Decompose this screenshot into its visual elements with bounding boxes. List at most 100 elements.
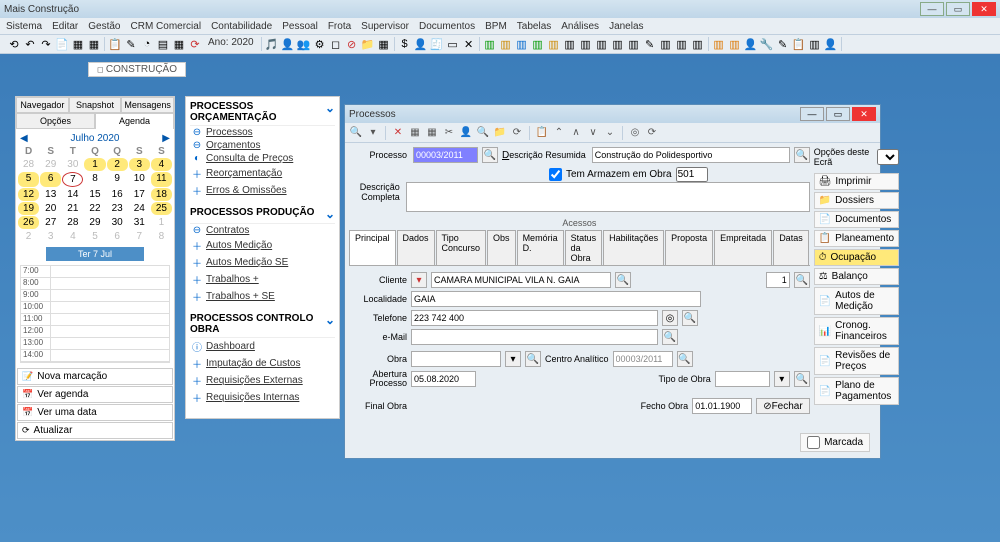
tree-item[interactable]: ⊖Orçamentos [190,139,335,152]
g7-icon[interactable]: ▥ [579,37,593,51]
fwd-icon[interactable]: ↷ [39,37,53,51]
calc-icon[interactable]: ▦ [377,37,391,51]
refresh-icon[interactable]: ⟳ [510,126,524,140]
cliente-n-search[interactable]: 🔍 [794,272,810,288]
menu-sistema[interactable]: Sistema [6,21,42,32]
tree-item[interactable]: ＋Autos Medição SE [190,254,335,271]
opcoes-select[interactable] [877,149,899,165]
tab-snapshot[interactable]: Snapshot [69,97,122,113]
side-opt[interactable]: 📄Documentos [814,211,899,228]
dtab-7[interactable]: Proposta [665,230,713,265]
p4-icon[interactable]: ✕ [462,37,476,51]
subtab-agenda[interactable]: Agenda [95,113,174,129]
o5-icon[interactable]: ✎ [776,37,790,51]
copy2-icon[interactable]: 📋 [535,126,549,140]
del-icon[interactable]: ⊘ [345,37,359,51]
find-icon[interactable]: 🔍 [476,126,490,140]
note-icon[interactable]: 🎵 [265,37,279,51]
time-row[interactable]: 7:00 [21,266,169,278]
time-row[interactable]: 9:00 [21,290,169,302]
menu-editar[interactable]: Editar [52,21,78,32]
side-opt[interactable]: ⏱Ocupação [814,249,899,266]
edit-icon[interactable]: ✎ [124,37,138,51]
obra-input[interactable] [411,351,501,367]
obra-dd[interactable]: ▾ [505,351,521,367]
maximize-button[interactable]: ▭ [946,2,970,16]
tab-navegador[interactable]: Navegador [16,97,69,113]
side-opt[interactable]: ⚖Balanço [814,268,899,285]
cliente-search-button[interactable]: 🔍 [615,272,631,288]
search-icon[interactable]: 🔍 [349,126,363,140]
menu-crm comercial[interactable]: CRM Comercial [131,21,202,32]
up1-icon[interactable]: ⌃ [552,126,566,140]
tel-search-button[interactable]: 🔍 [682,310,698,326]
fechar-button[interactable]: ⊘ Fechar [756,398,810,414]
chart-icon[interactable]: ◔ [140,37,154,51]
obra-search[interactable]: 🔍 [525,351,541,367]
telefone-input[interactable] [411,310,658,326]
o3-icon[interactable]: 👤 [744,37,758,51]
chevron-down-icon[interactable]: ⌄ [325,207,335,221]
back-icon[interactable]: ↶ [23,37,37,51]
g6-icon[interactable]: ▥ [563,37,577,51]
target-icon[interactable]: ◎ [628,126,642,140]
g12-icon[interactable]: ▥ [659,37,673,51]
dtab-8[interactable]: Empreitada [714,230,772,265]
cut-icon[interactable]: ✂ [442,126,456,140]
menu-tabelas[interactable]: Tabelas [517,21,551,32]
refresh-icon[interactable]: ⟲ [7,37,21,51]
p1-icon[interactable]: 👤 [414,37,428,51]
atualizar-button[interactable]: ⟳ Atualizar [17,422,173,439]
o4-icon[interactable]: 🔧 [760,37,774,51]
time-row[interactable]: 11:00 [21,314,169,326]
tree-item[interactable]: ＋Imputação de Custos [190,355,335,372]
side-opt[interactable]: 📊Cronog. Financeiros [814,317,899,345]
folder-icon[interactable]: 📁 [493,126,507,140]
win-close-button[interactable]: ✕ [852,107,876,121]
folder-icon[interactable]: 📁 [361,37,375,51]
cal-icon[interactable]: ▦ [172,37,186,51]
cliente-input[interactable] [431,272,611,288]
tree-item[interactable]: ⓘDashboard [190,338,335,355]
chevron-down-icon[interactable]: ⌄ [325,101,335,123]
tree-item[interactable]: ＋Trabalhos + [190,271,335,288]
side-opt[interactable]: 🖨Imprimir [814,173,899,190]
minimize-button[interactable]: — [920,2,944,16]
localidade-input[interactable] [411,291,701,307]
g2-icon[interactable]: ▥ [499,37,513,51]
time-row[interactable]: 8:00 [21,278,169,290]
dtab-0[interactable]: Principal [349,230,396,265]
sync-icon[interactable]: ⟳ [645,126,659,140]
chevron-down-icon[interactable]: ⌄ [325,313,335,335]
cliente-pick-button[interactable]: ▾ [411,272,427,288]
menu-pessoal[interactable]: Pessoal [282,21,318,32]
dtab-3[interactable]: Obs [487,230,516,265]
dtab-6[interactable]: Habilitações [603,230,664,265]
tree-item[interactable]: ⊖Contratos [190,224,335,237]
processo-input[interactable] [413,147,478,163]
tree-item[interactable]: ＋Requisições Externas [190,372,335,389]
money-icon[interactable]: $ [398,37,412,51]
page-icon[interactable]: ▤ [156,37,170,51]
dn1-icon[interactable]: ∨ [586,126,600,140]
tree-item[interactable]: ＋Reorçamentação [190,165,335,182]
tipo-obra-input[interactable] [715,371,770,387]
close-button[interactable]: ✕ [972,2,996,16]
dtab-4[interactable]: Memória D. [517,230,564,265]
dtab-9[interactable]: Datas [773,230,809,265]
menu-gestão[interactable]: Gestão [88,21,120,32]
g1-icon[interactable]: ▥ [483,37,497,51]
tel-copy-button[interactable]: ◎ [662,310,678,326]
grid1-icon[interactable]: ▦ [408,126,422,140]
centro-input[interactable] [613,351,673,367]
g9-icon[interactable]: ▥ [611,37,625,51]
g4-icon[interactable]: ▥ [531,37,545,51]
side-opt[interactable]: 📄Autos de Medição [814,287,899,315]
tree-item[interactable]: ＋Requisições Internas [190,389,335,406]
email-search-button[interactable]: 🔍 [662,329,678,345]
desc-resumida-input[interactable] [592,147,790,163]
g14-icon[interactable]: ▥ [691,37,705,51]
user-icon[interactable]: 👤 [459,126,473,140]
time-row[interactable]: 12:00 [21,326,169,338]
g3-icon[interactable]: ▥ [515,37,529,51]
